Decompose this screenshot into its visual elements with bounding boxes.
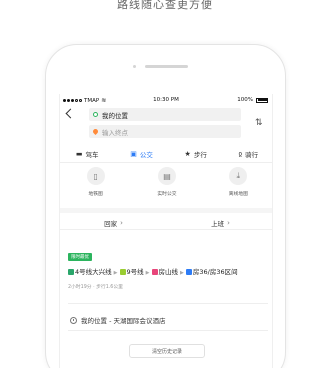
chevron-right-icon: ›: [227, 218, 230, 227]
destination-placeholder: 输入终点: [102, 128, 128, 137]
destination-field[interactable]: 输入终点: [89, 125, 241, 138]
phone-screen: TMAP ≋ 10:30 PM 100% 我的位置 输入终点 ⇅ ▬ 驾车 ▣ …: [59, 94, 273, 368]
arrow-icon: ▶: [180, 270, 184, 276]
tool-grid: ▯ 地铁图 ▤ 实时公交 ⤓ 离线地图: [60, 167, 272, 207]
walk-icon: ★: [184, 150, 191, 158]
tab-bus[interactable]: ▣ 公交: [130, 149, 153, 159]
section-gap: [60, 208, 272, 213]
tab-walk[interactable]: ★ 步行: [185, 149, 207, 159]
destination-pin-icon: [91, 127, 100, 136]
route-meta: 2小时19分 · 步行1.6公里: [68, 285, 123, 290]
arrow-icon: ▶: [145, 270, 150, 276]
realtime-bus-icon: ▤: [157, 167, 176, 185]
clear-history-button[interactable]: 清空历史记录: [129, 344, 205, 358]
bus-line-icon: [185, 269, 192, 275]
subway-map-button[interactable]: ▯ 地铁图: [71, 167, 121, 207]
route-lines: 4号线大兴线 ▶ 9号线 ▶ 房山线 ▶ 房36/房36区间: [68, 267, 268, 279]
route-badge: 限时最优: [68, 253, 92, 261]
clock-icon: [70, 316, 77, 324]
phone-frame: TMAP ≋ 10:30 PM 100% 我的位置 输入终点 ⇅ ▬ 驾车 ▣ …: [45, 44, 286, 368]
back-icon[interactable]: [65, 108, 76, 119]
chevron-right-icon: ›: [120, 218, 123, 227]
transport-mode-tabs: ▬ 驾车 ▣ 公交 ★ 步行 ჲ 骑行: [60, 146, 272, 163]
battery-percent: 100%: [237, 97, 253, 103]
status-bar: TMAP ≋ 10:30 PM 100%: [60, 94, 272, 106]
bike-icon: ჲ: [238, 150, 243, 158]
origin-field[interactable]: 我的位置: [89, 108, 241, 121]
subway-line-icon: [151, 269, 158, 275]
route-card[interactable]: 限时最优 4号线大兴线 ▶ 9号线 ▶ 房山线 ▶ 房36/房36区间 2小时19分 · 步…: [68, 243, 268, 290]
go-work-shortcut[interactable]: 上班 ›: [211, 216, 230, 229]
divider: [68, 303, 268, 304]
subway-line-icon: [68, 269, 74, 275]
arrow-icon: ▶: [113, 270, 118, 276]
battery-icon: [256, 97, 268, 103]
speaker-slot: [145, 65, 188, 68]
promo-headline: 路线随心查更方便: [117, 0, 213, 11]
history-item-label: 我的位置 - 天湖国际会议酒店: [81, 317, 166, 325]
origin-value: 我的位置: [102, 111, 128, 120]
realtime-bus-button[interactable]: ▤ 实时公交: [142, 167, 192, 207]
camera-dot: [133, 65, 136, 68]
shortcut-row: 回家 › 上班 ›: [60, 216, 272, 230]
swap-icon[interactable]: ⇅: [255, 118, 263, 128]
tab-car[interactable]: ▬ 驾车: [76, 149, 99, 159]
tab-bike[interactable]: ჲ 骑行: [239, 149, 259, 159]
history-item[interactable]: 我的位置 - 天湖国际会议酒店: [70, 315, 165, 325]
download-icon: ⤓: [229, 167, 248, 185]
app-showcase: 路线随心查更方便 TMAP ≋ 10:30 PM 100% 我的位置 输入终点 …: [0, 0, 330, 368]
go-home-shortcut[interactable]: 回家 ›: [104, 216, 123, 229]
bus-icon: ▣: [130, 150, 137, 158]
car-icon: ▬: [75, 150, 83, 158]
subway-icon: ▯: [86, 167, 105, 185]
offline-map-button[interactable]: ⤓ 离线地图: [213, 167, 263, 207]
divider: [68, 330, 268, 331]
subway-line-icon: [119, 269, 126, 275]
origin-dot-icon: [93, 112, 98, 117]
